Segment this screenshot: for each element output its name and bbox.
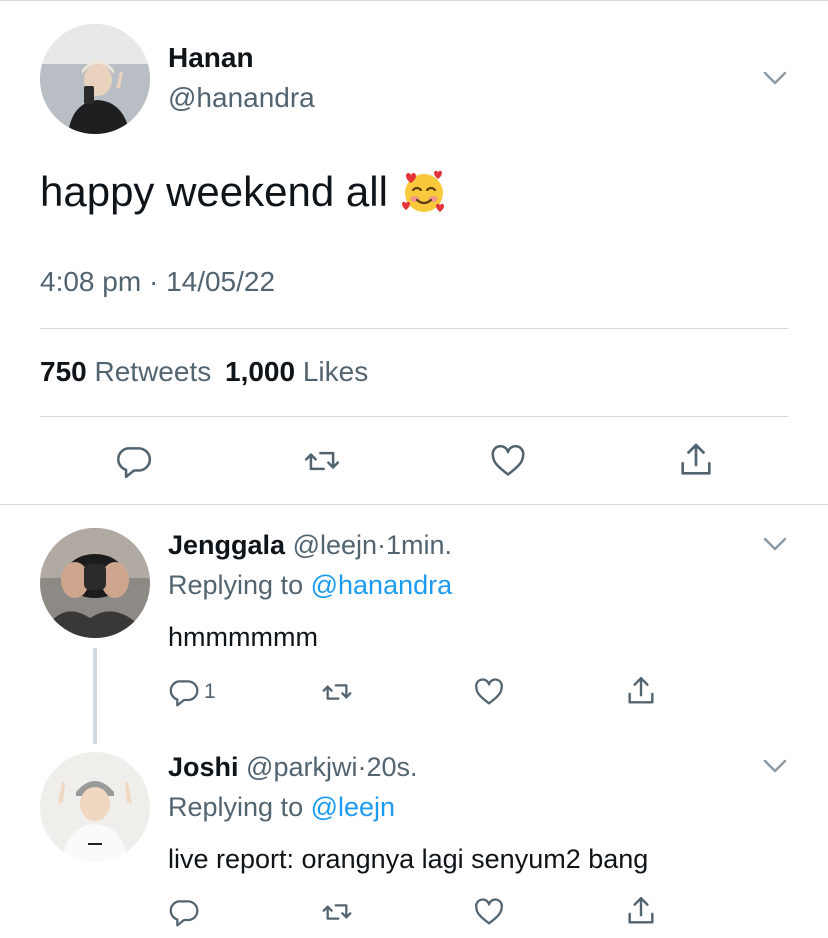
reply-separator: · [377,530,387,560]
tweet-text: happy weekend all [40,168,448,216]
timestamp-separator: · [148,266,159,297]
author-name[interactable]: Hanan [168,42,254,74]
reply-author-handle[interactable]: @leejn [293,530,377,560]
divider-top [40,328,788,329]
reply-author-name[interactable]: Joshi [168,752,239,782]
divider-bottom [40,416,788,417]
like-icon[interactable] [488,442,528,480]
reply-time[interactable]: 20s. [366,752,417,782]
share-icon[interactable] [676,440,716,480]
like-icon[interactable] [472,896,506,928]
tweet-timestamp[interactable]: 4:08 pm · 14/05/22 [40,266,275,298]
retweets-count: 750 [40,356,87,387]
like-icon[interactable] [472,676,506,708]
section-divider [0,504,828,505]
tweet-text-content: happy weekend all [40,168,388,215]
replying-to-1: Replying to @hanandra [168,570,452,601]
reply-header-2: Joshi @parkjwi·20s. [168,752,418,783]
retweets-stat[interactable]: 750 Retweets [40,356,211,387]
reply-author-name[interactable]: Jenggala [168,530,285,560]
replying-label: Replying to [168,570,304,600]
replying-to-2: Replying to @leejn [168,792,395,823]
avatar-jenggala[interactable] [40,528,150,638]
reply-text-1: hmmmmmm [168,622,318,652]
reply-header-1: Jenggala @leejn·1min. [168,530,452,561]
tweet-stats: 750 Retweets 1,000 Likes [40,356,368,388]
reply-count: 1 [204,680,216,703]
likes-label: Likes [302,356,369,387]
top-border [0,0,828,1]
reply-time[interactable]: 1min. [386,530,452,560]
likes-stat[interactable]: 1,000 Likes [225,356,368,387]
smiling-face-with-hearts-icon [401,170,444,212]
author-handle[interactable]: @hanandra [168,82,315,114]
reply-icon[interactable] [168,896,200,928]
retweets-label: Retweets [94,356,212,387]
replying-label: Replying to [168,792,304,822]
tweet-time: 4:08 pm [40,266,142,297]
replying-to-link[interactable]: @hanandra [311,570,453,600]
share-icon[interactable] [624,674,658,708]
likes-count: 1,000 [225,356,296,387]
share-icon[interactable] [624,894,658,928]
chevron-down-icon[interactable] [762,68,788,88]
chevron-down-icon[interactable] [762,534,788,554]
reply-author-handle[interactable]: @parkjwi [246,752,357,782]
retweet-icon[interactable] [320,676,354,708]
thread-line [93,648,97,744]
chevron-down-icon[interactable] [762,756,788,776]
avatar-joshi[interactable] [40,752,150,862]
avatar-hanan[interactable] [40,24,150,134]
replying-to-link[interactable]: @leejn [311,792,395,822]
reply-icon[interactable] [115,442,153,480]
reply-text-2: live report: orangnya lagi senyum2 bang [168,844,649,874]
retweet-icon[interactable] [320,896,354,928]
reply-icon[interactable] [168,676,200,708]
tweet-date: 14/05/22 [166,266,276,297]
retweet-icon[interactable] [302,442,342,480]
